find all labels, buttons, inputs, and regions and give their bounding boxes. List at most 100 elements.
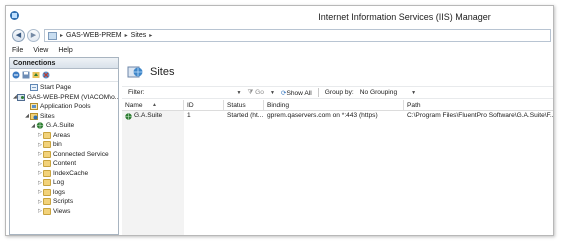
app-pools-icon [30,103,38,111]
tree-item[interactable]: ▷ Log [10,178,118,188]
column-header-binding[interactable]: Binding [264,100,404,110]
breadcrumb-separator: ▸ [60,33,64,39]
connections-toolbar [10,69,118,82]
iis-manager-window: Internet Information Services (IIS) Mana… [5,5,554,236]
tree-item[interactable]: ▷ Content [10,159,118,169]
table-row[interactable]: G.A.Suite 1 Started (ht... gprem.qaserve… [122,111,553,121]
tree-item-label: Views [53,207,71,215]
filter-input[interactable] [150,88,231,97]
separator [317,88,319,97]
connections-tree: Start Page ◢ GAS-WEB-PREM (VIACOM\o... Appl… [10,82,118,216]
column-header-id[interactable]: ID [184,100,224,110]
grid-header: Name ▲ ID Status Binding Path [122,100,553,111]
start-page-icon [30,84,38,92]
globe-icon [36,122,44,129]
tree-item-label: Log [53,179,65,187]
delete-connection-icon[interactable] [42,71,50,79]
back-button[interactable]: ◀ [12,29,25,42]
sites-grid: Name ▲ ID Status Binding Path G.A.Suite 1… [122,100,553,121]
server-icon [16,93,25,101]
folder-icon [43,160,51,168]
filter-dropdown-icon[interactable]: ▼ [236,90,241,96]
connections-panel: Connections Start Page ◢ GAS-WEB-PREM (VIA… [9,57,119,235]
window-title: Internet Information Services (IIS) Mana… [318,12,491,22]
tree-item-label: Application Pools [40,103,91,111]
tree-item-label: GAS-WEB-PREM (VIACOM\o... [26,93,119,101]
menu-file[interactable]: File [12,47,23,54]
folder-icon [43,131,51,139]
filter-label: Filter: [128,89,145,96]
name-column-highlight [122,110,184,235]
connections-header: Connections [10,58,118,69]
funnel-icon: ⧩ [247,88,254,96]
up-icon[interactable] [32,71,40,79]
folder-icon [43,150,51,158]
breadcrumb-server[interactable]: GAS-WEB-PREM [66,32,122,39]
site-binding-cell: gprem.qaservers.com on *:443 (https) [267,112,378,119]
folder-icon [43,188,51,196]
sort-ascending-icon: ▲ [152,102,157,108]
column-header-name[interactable]: Name ▲ [122,100,184,110]
tree-item[interactable]: ▷ Connected Service [10,150,118,160]
folder-icon [43,207,51,215]
show-all-button[interactable]: ⟳Show All [281,89,312,97]
site-id-cell: 1 [187,112,191,119]
site-status-cell: Started (ht... [227,112,264,119]
tree-item[interactable]: ▷ Scripts [10,197,118,207]
show-all-label: Show All [286,89,312,97]
tree-item[interactable]: ▷ bin [10,140,118,150]
breadcrumb-sites[interactable]: Sites [131,32,147,39]
tree-item-label: Connected Service [53,150,109,158]
menu-view[interactable]: View [33,47,48,54]
breadcrumb-separator: ▸ [149,33,153,39]
address-bar: ◀ ▶ ▸ GAS-WEB-PREM ▸ Sites ▸ [6,27,553,44]
tree-item[interactable]: ▷ IndexCache [10,169,118,179]
sites-page: Sites Filter: ▼ ⧩ Go ▼ ⟳Show All Group b… [122,57,553,235]
tree-item[interactable]: ▷ logs [10,188,118,198]
title-bar: Internet Information Services (IIS) Mana… [6,6,553,28]
forward-button[interactable]: ▶ [27,29,40,42]
column-header-path[interactable]: Path [404,100,553,110]
tree-item[interactable]: ▷ Views [10,207,118,217]
globe-icon [125,112,132,120]
tree-item[interactable]: Start Page [10,83,118,93]
group-by-select[interactable]: No Grouping ▼ [360,89,416,96]
server-icon [48,31,57,40]
group-by-value: No Grouping [359,89,398,96]
column-header-status[interactable]: Status [224,100,264,110]
tree-item[interactable]: ◢ G.A.Suite [10,121,118,131]
go-dropdown-icon[interactable]: ▼ [270,90,275,96]
tree-item-label: Content [53,160,77,168]
tree-item[interactable]: Application Pools [10,102,118,112]
site-path-cell: C:\Program Files\FluentPro Software\G.A.… [407,112,553,119]
filter-bar: Filter: ▼ ⧩ Go ▼ ⟳Show All Group by: No … [122,86,553,99]
tree-item[interactable]: ▷ Areas [10,131,118,141]
breadcrumb-separator: ▸ [124,33,128,39]
group-by-label: Group by: [324,89,354,96]
column-label: Name [125,101,143,109]
tree-item-label: logs [53,188,66,196]
folder-icon [43,179,51,187]
site-name-cell: G.A.Suite [122,111,184,121]
tree-item[interactable]: ◢ GAS-WEB-PREM (VIACOM\o... [10,93,118,103]
connect-icon[interactable] [12,71,20,79]
tree-item-label: Start Page [40,84,72,92]
save-icon[interactable] [22,71,30,79]
page-title: Sites [150,65,175,78]
menu-bar: File View Help [6,44,553,56]
tree-item-label: Sites [40,112,55,120]
tree-item-label: IndexCache [53,169,89,177]
menu-help[interactable]: Help [58,47,72,54]
tree-item-label: bin [53,141,62,149]
tree-item-label: G.A.Suite [46,122,75,130]
breadcrumb[interactable]: ▸ GAS-WEB-PREM ▸ Sites ▸ [44,29,551,42]
tree-item-label: Areas [53,131,71,139]
page-header: Sites [122,57,553,86]
go-label: Go [255,88,264,96]
tree-item[interactable]: ◢ Sites [10,112,118,122]
folder-icon [43,141,51,149]
chevron-down-icon: ▼ [411,89,417,96]
folder-icon [43,198,51,206]
sites-icon [127,66,143,77]
go-button[interactable]: ⧩ Go [247,89,264,97]
